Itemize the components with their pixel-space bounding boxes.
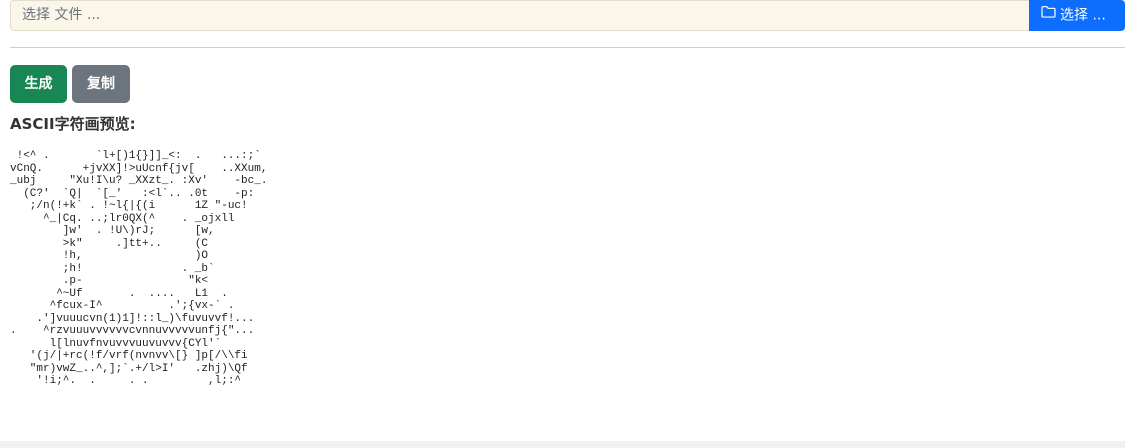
ascii-art-preview: !<^ . `l+[)1{}]]_<: . ...:;` vCnQ. +jvXX… [10,150,268,387]
preview-heading: ASCII字符画预览: [10,115,136,133]
file-picker: 选择 文件 ... 选择 ... [10,0,1125,31]
generate-button[interactable]: 生成 [10,65,67,103]
file-path-input[interactable]: 选择 文件 ... [10,0,1029,31]
copy-button[interactable]: 复制 [72,65,130,103]
divider [10,47,1125,48]
select-file-button-label: 选择 ... [1060,7,1106,24]
folder-icon [1041,0,1056,30]
bottom-scrollbar[interactable] [0,441,1125,448]
select-file-button[interactable]: 选择 ... [1029,0,1125,31]
